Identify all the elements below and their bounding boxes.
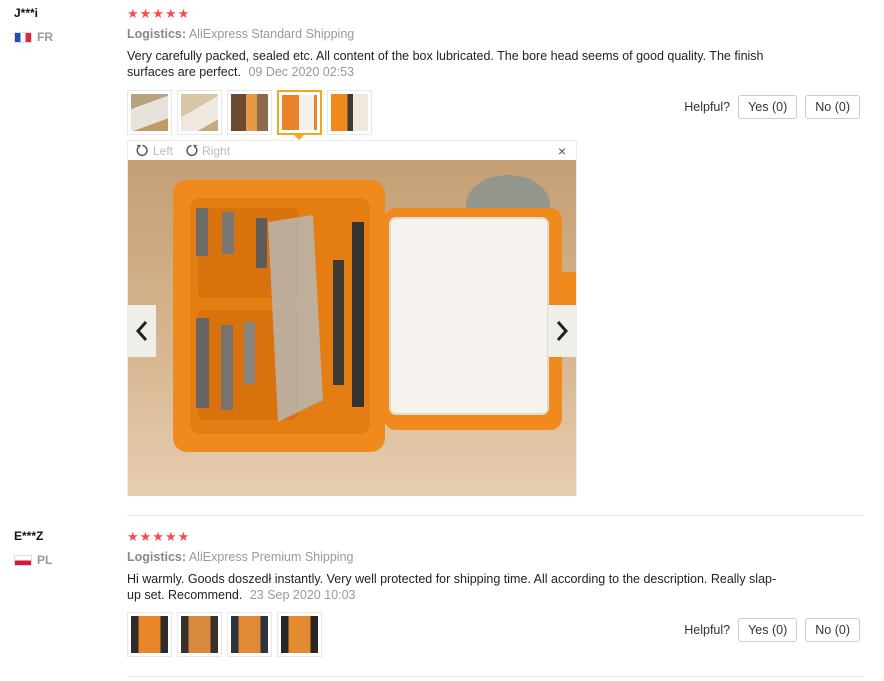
review-thumbnail[interactable] bbox=[227, 90, 272, 135]
reviewer-country: PL bbox=[14, 553, 52, 567]
helpful-no-button[interactable]: No (0) bbox=[805, 618, 860, 642]
logistics-info: Logistics: AliExpress Premium Shipping bbox=[127, 550, 862, 564]
review-text: Very carefully packed, sealed etc. All c… bbox=[127, 48, 777, 80]
review-thumbnail[interactable] bbox=[177, 90, 222, 135]
photo-drill-bit-set bbox=[128, 160, 576, 496]
star-rating: ★★★★★ bbox=[127, 6, 191, 21]
review-body: Hi warmly. Goods doszedł instantly. Very… bbox=[127, 572, 777, 602]
review-text: Hi warmly. Goods doszedł instantly. Very… bbox=[127, 571, 777, 603]
helpful-vote: Helpful? Yes (0) No (0) bbox=[684, 95, 860, 119]
close-viewer-button[interactable]: × bbox=[558, 143, 566, 159]
flag-pl-icon bbox=[14, 554, 32, 566]
rotate-left-icon bbox=[136, 144, 148, 157]
review-thumbnail[interactable] bbox=[177, 612, 222, 657]
review-photo bbox=[128, 160, 576, 496]
chevron-left-icon bbox=[135, 321, 148, 341]
flag-fr-icon bbox=[14, 31, 32, 43]
review-thumbnail[interactable] bbox=[127, 90, 172, 135]
chevron-right-icon bbox=[556, 321, 569, 341]
review-item: E***Z PL ★★★★★ Logistics: AliExpress Pre… bbox=[0, 516, 884, 676]
logistics-label: Logistics: bbox=[127, 27, 187, 41]
country-code: FR bbox=[37, 30, 53, 44]
next-image-button[interactable] bbox=[548, 305, 576, 357]
viewer-toolbar: Left Right × bbox=[128, 141, 576, 160]
helpful-yes-button[interactable]: Yes (0) bbox=[738, 95, 798, 119]
image-viewer: Left Right × bbox=[127, 140, 577, 496]
review-thumbnail[interactable] bbox=[127, 612, 172, 657]
reviewer-country: FR bbox=[14, 30, 53, 44]
rotate-right-icon bbox=[186, 144, 198, 157]
logistics-info: Logistics: AliExpress Standard Shipping bbox=[127, 27, 862, 41]
reviewer-name: E***Z bbox=[14, 529, 44, 543]
review-thumbnail[interactable] bbox=[327, 90, 372, 135]
rotate-left-label: Left bbox=[153, 143, 174, 158]
review-thumbnail-active[interactable] bbox=[277, 90, 322, 140]
review-thumbnail[interactable] bbox=[227, 612, 272, 657]
helpful-vote: Helpful? Yes (0) No (0) bbox=[684, 618, 860, 642]
review-divider bbox=[127, 676, 864, 677]
helpful-label: Helpful? bbox=[684, 623, 731, 637]
star-rating: ★★★★★ bbox=[127, 529, 191, 544]
review-item: J***i FR ★★★★★ Logistics: AliExpress Sta… bbox=[0, 0, 884, 516]
review-date: 23 Sep 2020 10:03 bbox=[249, 588, 356, 602]
rotate-right-button[interactable]: Right bbox=[185, 144, 230, 158]
logistics-label: Logistics: bbox=[127, 550, 187, 564]
rotate-left-button[interactable]: Left bbox=[136, 144, 173, 158]
previous-image-button[interactable] bbox=[128, 305, 156, 357]
country-code: PL bbox=[37, 553, 53, 567]
helpful-no-button[interactable]: No (0) bbox=[805, 95, 860, 119]
review-thumbnail[interactable] bbox=[277, 612, 322, 657]
reviewer-name: J***i bbox=[14, 6, 39, 20]
review-body: Very carefully packed, sealed etc. All c… bbox=[127, 49, 764, 79]
logistics-value: AliExpress Standard Shipping bbox=[188, 27, 355, 41]
review-date: 09 Dec 2020 02:53 bbox=[248, 65, 355, 79]
helpful-label: Helpful? bbox=[684, 100, 731, 114]
rotate-right-label: Right bbox=[202, 143, 231, 158]
helpful-yes-button[interactable]: Yes (0) bbox=[738, 618, 798, 642]
logistics-value: AliExpress Premium Shipping bbox=[188, 550, 354, 564]
